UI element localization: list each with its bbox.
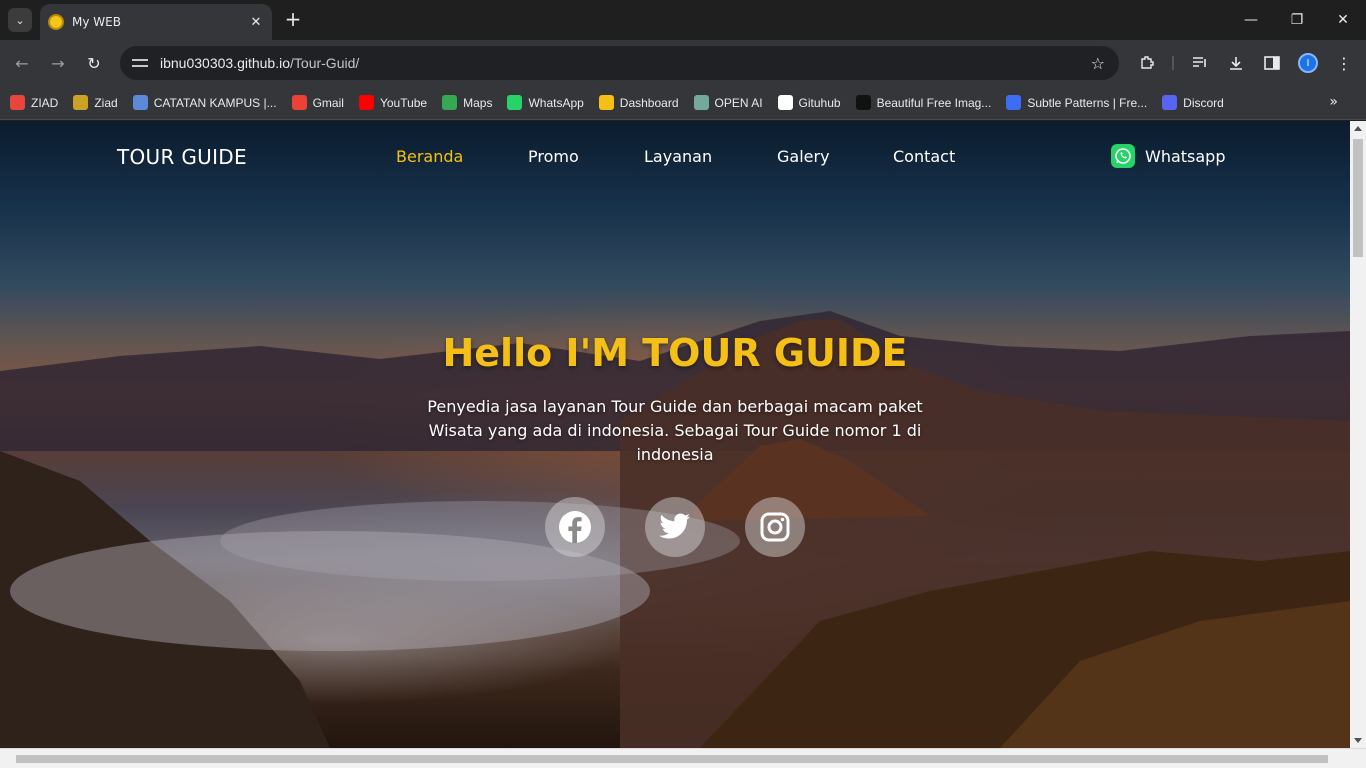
tab-title: My WEB [72, 15, 121, 29]
gmail-icon [291, 95, 307, 110]
nav-galery[interactable]: Galery [777, 147, 830, 166]
bookmark-ziad-icon [10, 95, 25, 110]
facebook-icon [559, 511, 591, 543]
toolbar-divider: | [1170, 55, 1176, 71]
bookmark-item[interactable]: Ziad [73, 95, 118, 110]
hero-description: Penyedia jasa layanan Tour Guide dan ber… [427, 397, 923, 464]
scroll-up-icon[interactable] [1354, 126, 1362, 131]
discord-icon [1162, 95, 1178, 110]
bookmark-label: Subtle Patterns | Fre... [1027, 95, 1148, 110]
bookmark-item[interactable]: ZIAD [10, 95, 58, 110]
bookmark-item[interactable]: Discord [1162, 95, 1224, 110]
bookmark-label: CATATAN KAMPUS |... [153, 95, 277, 110]
bookmark-item[interactable]: Maps [442, 95, 492, 110]
url-text[interactable]: ibnu030303.github.io/Tour-Guid/ [160, 55, 359, 71]
tab-favicon-icon [48, 14, 64, 30]
whatsapp-button[interactable]: Whatsapp [1111, 144, 1226, 168]
github-icon [777, 95, 793, 110]
nav-contact[interactable]: Contact [893, 147, 955, 166]
menu-icon[interactable]: ⋮ [1333, 52, 1355, 74]
minimize-icon[interactable]: — [1228, 0, 1274, 40]
facebook-button[interactable] [545, 497, 605, 557]
address-bar[interactable]: ibnu030303.github.io/Tour-Guid/ ☆ [120, 46, 1119, 80]
bookmark-item[interactable]: Dashboard [598, 95, 679, 110]
bookmark-label: Gmail [312, 95, 344, 110]
bookmark-label: Discord [1183, 95, 1224, 110]
nav-layanan[interactable]: Layanan [644, 147, 712, 166]
bookmark-item[interactable]: OPEN AI [693, 95, 763, 110]
bookmark-label: Ziad [94, 95, 118, 110]
unsplash-icon [855, 95, 871, 110]
patterns-icon [1006, 95, 1022, 110]
brand-logo[interactable]: TOUR GUIDE [117, 145, 247, 169]
close-window-icon[interactable]: ✕ [1320, 0, 1366, 40]
tab-close-icon[interactable]: ✕ [248, 15, 264, 30]
bookmark-item[interactable]: CATATAN KAMPUS |... [132, 95, 277, 110]
bookmark-item[interactable]: YouTube [358, 95, 428, 110]
nav-promo[interactable]: Promo [528, 147, 579, 166]
hero-title: Hello I'M TOUR GUIDE [442, 331, 908, 375]
whatsapp-label: Whatsapp [1145, 146, 1226, 166]
bookmark-label: Gituhub [798, 95, 841, 110]
bookmark-label: Dashboard [619, 95, 679, 110]
bookmark-item[interactable]: Subtle Patterns | Fre... [1006, 95, 1147, 110]
side-panel-icon[interactable] [1261, 52, 1283, 74]
extensions-icon[interactable] [1136, 52, 1158, 74]
notes-icon [132, 95, 148, 110]
bookmark-item[interactable]: Beautiful Free Imag... [855, 95, 992, 110]
media-icon[interactable] [1189, 52, 1211, 74]
tab-my-web[interactable]: My WEB ✕ [40, 4, 272, 40]
vertical-scroll-thumb[interactable] [1353, 139, 1363, 257]
twitter-button[interactable] [645, 497, 705, 557]
bookmark-item[interactable]: WhatsApp [507, 95, 584, 110]
bookmark-item[interactable]: Gmail [291, 95, 344, 110]
profile-avatar[interactable]: I [1298, 53, 1318, 73]
bookmark-label: Maps [463, 95, 493, 110]
tab-strip: ⌄ My WEB ✕ + — ❐ ✕ [0, 0, 1366, 40]
maps-icon [442, 95, 458, 110]
browser-toolbar: ← → ↻ ibnu030303.github.io/Tour-Guid/ ☆ … [0, 40, 1366, 86]
whatsapp-icon [1111, 144, 1135, 168]
bookmark-label: OPEN AI [714, 95, 763, 110]
forward-icon[interactable]: → [45, 50, 71, 76]
vertical-scrollbar[interactable] [1350, 121, 1366, 748]
instagram-icon [760, 512, 790, 542]
horizontal-scroll-thumb[interactable] [16, 755, 1328, 763]
medal-icon [73, 95, 89, 110]
youtube-icon [358, 95, 374, 110]
instagram-button[interactable] [745, 497, 805, 557]
twitter-icon [659, 513, 690, 539]
hero-section: TOUR GUIDE Beranda Promo Layanan Galery … [0, 121, 1350, 748]
tab-search-icon[interactable]: ⌄ [8, 8, 32, 32]
site-info-icon[interactable] [132, 56, 150, 70]
bookmark-label: WhatsApp [528, 95, 584, 110]
horizontal-scrollbar[interactable] [0, 748, 1366, 768]
download-icon[interactable] [1225, 52, 1247, 74]
whatsapp-icon [507, 95, 523, 110]
dashboard-icon [598, 95, 614, 110]
restore-icon[interactable]: ❐ [1274, 0, 1320, 40]
bookmarks-bar: ZIAD Ziad CATATAN KAMPUS |... Gmail YouTube M… [0, 86, 1366, 120]
scroll-down-icon[interactable] [1354, 738, 1362, 743]
openai-icon [693, 95, 709, 110]
bookmark-item[interactable]: Gituhub [777, 95, 841, 110]
bookmarks-more-icon[interactable]: » [1329, 94, 1338, 110]
bookmark-label: ZIAD [31, 95, 59, 110]
bookmark-label: YouTube [379, 95, 428, 110]
new-tab-icon[interactable]: + [282, 8, 304, 32]
bookmark-star-icon[interactable]: ☆ [1091, 54, 1105, 73]
nav-beranda[interactable]: Beranda [396, 147, 463, 166]
back-icon[interactable]: ← [9, 50, 35, 76]
reload-icon[interactable]: ↻ [81, 50, 107, 76]
bookmark-label: Beautiful Free Imag... [876, 95, 992, 110]
